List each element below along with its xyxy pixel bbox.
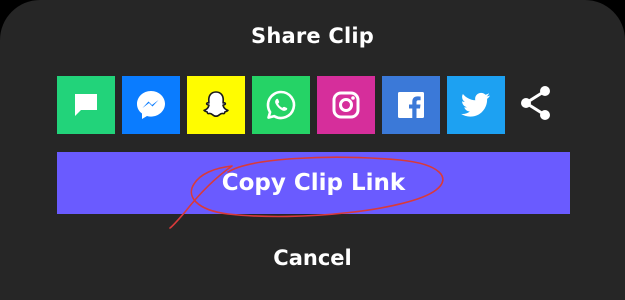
messenger-icon xyxy=(134,88,168,122)
share-target-row xyxy=(57,76,558,134)
copy-clip-link-label: Copy Clip Link xyxy=(221,170,406,196)
twitter-bird-icon xyxy=(459,90,493,120)
snapchat-ghost-icon xyxy=(199,88,233,122)
message-bubble-icon xyxy=(71,90,101,120)
share-more-button[interactable] xyxy=(514,76,558,134)
share-whatsapp-button[interactable] xyxy=(252,76,310,134)
instagram-icon xyxy=(331,90,361,120)
sheet-title: Share Clip xyxy=(251,24,374,48)
share-instagram-button[interactable] xyxy=(317,76,375,134)
share-sms-button[interactable] xyxy=(57,76,115,134)
share-twitter-button[interactable] xyxy=(447,76,505,134)
share-messenger-button[interactable] xyxy=(122,76,180,134)
share-facebook-button[interactable] xyxy=(382,76,440,134)
share-snapchat-button[interactable] xyxy=(187,76,245,134)
facebook-icon xyxy=(396,90,426,120)
cancel-button[interactable]: Cancel xyxy=(0,246,625,270)
copy-clip-link-button[interactable]: Copy Clip Link xyxy=(57,152,570,214)
whatsapp-icon xyxy=(264,88,298,122)
share-more-icon xyxy=(518,84,554,126)
share-sheet: Share Clip Copy Clip Link Cancel xyxy=(0,0,625,300)
